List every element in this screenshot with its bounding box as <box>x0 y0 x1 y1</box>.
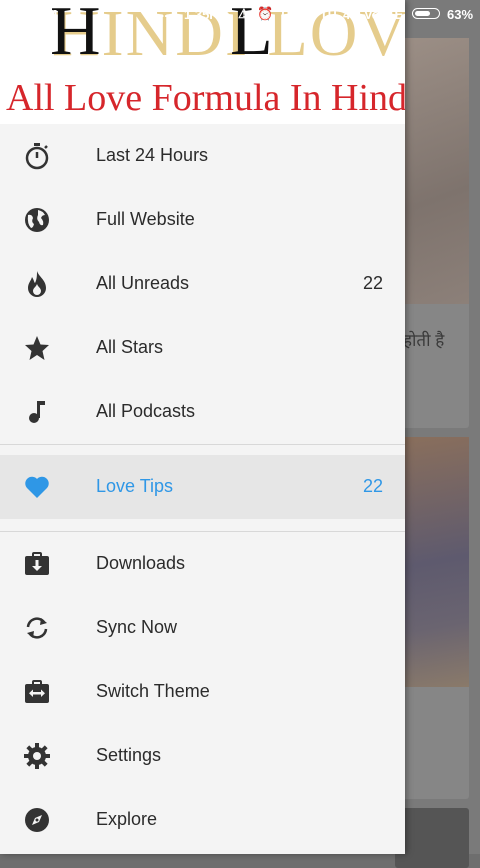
unread-count-badge: 22 <box>362 273 383 293</box>
music-note-icon <box>29 401 45 423</box>
network-type: 4G VoLTE <box>343 7 404 22</box>
menu-item-label: Switch Theme <box>96 681 210 701</box>
sync-icon <box>26 617 48 639</box>
status-more-dots: ... <box>157 5 168 20</box>
flame-icon <box>28 271 46 297</box>
menu-item-sync-now[interactable]: Sync Now <box>0 596 405 660</box>
battery-icon <box>412 8 440 19</box>
download-icon <box>25 552 49 575</box>
menu-item-label: Love Tips <box>96 476 174 496</box>
menu-item-love-tips[interactable]: Love Tips 22 <box>0 455 405 519</box>
status-time: 9:25 AM <box>8 7 58 22</box>
stopwatch-icon <box>25 143 49 170</box>
feed-card[interactable] <box>395 808 469 868</box>
globe-icon <box>25 208 49 232</box>
feed-card-image <box>395 437 469 687</box>
menu-item-label: All Stars <box>96 337 164 357</box>
heart-icon <box>25 476 49 498</box>
menu-item-explore[interactable]: Explore <box>0 788 405 852</box>
switch-theme-icon <box>25 680 49 703</box>
logo-subtitle: All Love Formula In Hindi <box>6 77 405 119</box>
menu-item-full-website[interactable]: Full Website <box>0 188 405 252</box>
menu-item-last-24-hours[interactable]: Last 24 Hours <box>0 124 405 188</box>
status-bar: 9:25 AM ... 1.35K/s ⚠ ⏰ ıll ⇅ ıll 4G VoL… <box>0 0 480 28</box>
menu-item-label: Explore <box>96 809 158 829</box>
feed-card[interactable]: होती है <box>395 38 469 428</box>
menu-item-label: Settings <box>96 745 162 765</box>
menu-item-label: Sync Now <box>96 617 178 637</box>
menu-item-downloads[interactable]: Downloads <box>0 532 405 596</box>
menu-item-switch-theme[interactable]: Switch Theme <box>0 660 405 724</box>
menu-item-all-podcasts[interactable]: All Podcasts <box>0 380 405 444</box>
love-tips-count-badge: 22 <box>362 476 383 496</box>
status-icons: ⚠ ⏰ ıll ⇅ ıll <box>238 6 339 21</box>
navigation-drawer: HINDI LOVE H L All Love Formula In Hindi… <box>0 0 405 854</box>
menu-item-label: Last 24 Hours <box>96 145 209 165</box>
feed-card-image <box>395 38 469 304</box>
feed-card-title: होती है <box>403 331 445 350</box>
drawer-menu: Last 24 Hours Full Website All Unreads 2… <box>0 124 405 852</box>
menu-item-all-stars[interactable]: All Stars <box>0 316 405 380</box>
battery-percent: 63% <box>447 7 474 22</box>
feed-card[interactable] <box>395 437 469 799</box>
compass-icon <box>25 808 49 832</box>
menu-divider <box>0 444 405 445</box>
menu-item-label: All Unreads <box>96 273 190 293</box>
menu-item-label: All Podcasts <box>96 401 196 421</box>
menu-item-settings[interactable]: Settings <box>0 724 405 788</box>
menu-item-all-unreads[interactable]: All Unreads 22 <box>0 252 405 316</box>
menu-item-label: Downloads <box>96 553 186 573</box>
network-speed: 1.35K/s <box>184 7 230 22</box>
gear-icon <box>24 743 50 769</box>
menu-item-label: Full Website <box>96 209 195 229</box>
star-icon <box>25 336 49 360</box>
